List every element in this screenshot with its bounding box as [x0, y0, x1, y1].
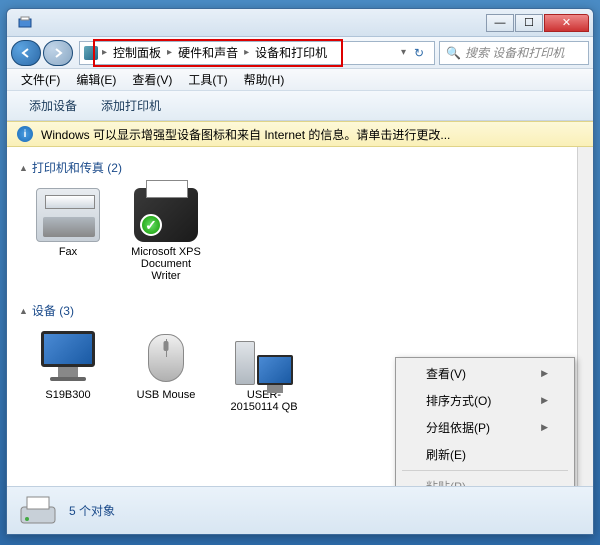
device-label: USER-20150114 QB [223, 389, 305, 413]
section-printers-header[interactable]: ▲ 打印机和传真 (2) [11, 155, 589, 180]
breadcrumb-item[interactable]: 硬件和声音 [174, 42, 242, 64]
menu-tools[interactable]: 工具(T) [180, 69, 235, 90]
add-device-button[interactable]: 添加设备 [17, 93, 89, 118]
printers-grid: Fax ✓ Microsoft XPS Document Writer [11, 180, 589, 298]
minimize-button[interactable]: — [486, 14, 514, 32]
ctx-paste: 粘贴(P) [398, 473, 572, 486]
navigation-bar: ▸ 控制面板 ▸ 硬件和声音 ▸ 设备和打印机 ▾ ↻ 🔍 搜索 设备和打印机 [7, 37, 593, 69]
back-button[interactable] [11, 40, 41, 66]
breadcrumb-item[interactable]: 控制面板 [109, 42, 165, 64]
address-bar[interactable]: ▸ 控制面板 ▸ 硬件和声音 ▸ 设备和打印机 ▾ ↻ [79, 41, 435, 65]
section-count: (3) [59, 304, 74, 318]
close-button[interactable]: ✕ [544, 14, 589, 32]
breadcrumb-root-icon [84, 46, 98, 60]
device-pc[interactable]: USER-20150114 QB [219, 327, 309, 417]
separator [402, 470, 568, 471]
device-label: Microsoft XPS Document Writer [125, 246, 207, 282]
content-pane[interactable]: ▲ 打印机和传真 (2) Fax ✓ Microsoft XPS Documen… [7, 147, 593, 486]
ctx-group[interactable]: 分组依据(P)▶ [398, 414, 572, 441]
add-printer-button[interactable]: 添加打印机 [89, 93, 173, 118]
menu-file[interactable]: 文件(F) [13, 69, 68, 90]
notification-bar[interactable]: i Windows 可以显示增强型设备图标和来自 Internet 的信息。请单… [7, 121, 593, 147]
submenu-arrow-icon: ▶ [541, 422, 548, 433]
submenu-arrow-icon: ▶ [541, 368, 548, 379]
submenu-arrow-icon: ▶ [541, 395, 548, 406]
ctx-refresh[interactable]: 刷新(E) [398, 441, 572, 468]
device-mouse[interactable]: USB Mouse [121, 327, 211, 417]
menu-edit[interactable]: 编辑(E) [68, 69, 124, 90]
maximize-button[interactable]: ☐ [515, 14, 543, 32]
device-label: S19B300 [45, 389, 90, 401]
monitor-icon [36, 331, 100, 385]
fax-icon [36, 188, 100, 242]
ctx-view[interactable]: 查看(V)▶ [398, 360, 572, 387]
menubar: 文件(F) 编辑(E) 查看(V) 工具(T) 帮助(H) [7, 69, 593, 91]
default-check-icon: ✓ [140, 214, 162, 236]
printer-category-icon [17, 493, 59, 529]
section-count: (2) [107, 161, 122, 175]
titlebar[interactable]: — ☐ ✕ [7, 9, 593, 37]
computer-icon [232, 331, 296, 385]
breadcrumb-item[interactable]: 设备和打印机 [251, 42, 331, 64]
dropdown-icon[interactable]: ▾ [399, 47, 408, 58]
chevron-right-icon[interactable]: ▸ [165, 47, 174, 58]
forward-button[interactable] [43, 40, 73, 66]
collapse-icon: ▲ [19, 163, 28, 173]
info-icon: i [17, 126, 33, 142]
chevron-right-icon[interactable]: ▸ [242, 47, 251, 58]
section-title: 打印机和传真 [32, 159, 104, 176]
device-label: Fax [59, 246, 77, 258]
details-pane: 5 个对象 [7, 486, 593, 534]
mouse-icon [134, 331, 198, 385]
device-xps-printer[interactable]: ✓ Microsoft XPS Document Writer [121, 184, 211, 286]
device-label: USB Mouse [137, 389, 196, 401]
search-input[interactable]: 🔍 搜索 设备和打印机 [439, 41, 589, 65]
vertical-scrollbar[interactable] [577, 147, 593, 486]
collapse-icon: ▲ [19, 306, 28, 316]
section-title: 设备 [32, 302, 56, 319]
chevron-right-icon[interactable]: ▸ [100, 47, 109, 58]
window-icon [17, 15, 33, 31]
refresh-icon[interactable]: ↻ [408, 42, 430, 64]
search-icon: 🔍 [446, 46, 461, 60]
status-object-count: 5 个对象 [69, 502, 115, 519]
menu-help[interactable]: 帮助(H) [236, 69, 293, 90]
ctx-sort[interactable]: 排序方式(O)▶ [398, 387, 572, 414]
search-placeholder: 搜索 设备和打印机 [465, 44, 564, 61]
device-fax[interactable]: Fax [23, 184, 113, 286]
printer-icon: ✓ [134, 188, 198, 242]
notification-text: Windows 可以显示增强型设备图标和来自 Internet 的信息。请单击进… [41, 126, 450, 143]
device-monitor[interactable]: S19B300 [23, 327, 113, 417]
explorer-window: — ☐ ✕ ▸ 控制面板 ▸ 硬件和声音 ▸ 设备和打印机 ▾ ↻ 🔍 搜索 设… [6, 8, 594, 535]
menu-view[interactable]: 查看(V) [124, 69, 180, 90]
context-menu: 查看(V)▶ 排序方式(O)▶ 分组依据(P)▶ 刷新(E) 粘贴(P) 粘贴快… [395, 357, 575, 486]
command-bar: 添加设备 添加打印机 [7, 91, 593, 121]
section-devices-header[interactable]: ▲ 设备 (3) [11, 298, 589, 323]
